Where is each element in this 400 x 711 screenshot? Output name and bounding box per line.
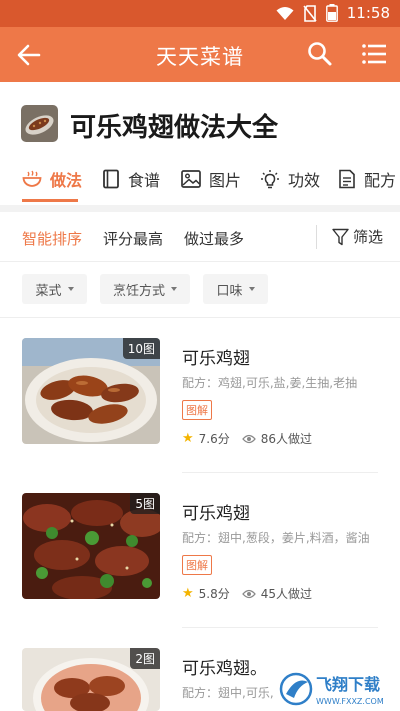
battery-icon bbox=[325, 4, 338, 22]
sort-top-rated[interactable]: 评分最高 bbox=[103, 228, 163, 249]
recipe-image: 2图 bbox=[22, 648, 160, 711]
chip-label: 口味 bbox=[216, 283, 243, 299]
bowl-icon bbox=[22, 170, 42, 187]
back-arrow-icon[interactable] bbox=[14, 40, 44, 70]
recipe-title: 可乐鸡翅 bbox=[182, 504, 250, 524]
image-icon bbox=[181, 170, 201, 188]
chip-label: 菜式 bbox=[35, 283, 62, 299]
sort-separator bbox=[316, 225, 317, 249]
chevron-down-icon bbox=[171, 287, 177, 291]
eye-icon bbox=[241, 589, 256, 598]
tab-label: 功效 bbox=[288, 171, 321, 190]
image-count-badge: 5图 bbox=[130, 493, 160, 514]
chevron-down-icon bbox=[67, 287, 74, 291]
tab-label: 食谱 bbox=[128, 171, 161, 190]
category-tabs: 做法 食谱 图片 功效 配方 bbox=[0, 157, 400, 203]
page-title: 可乐鸡翅做法大全 bbox=[70, 113, 279, 143]
list-menu-icon[interactable] bbox=[360, 40, 388, 68]
watermark-text: 飞翔下载 bbox=[316, 675, 380, 694]
recipe-thumbnail bbox=[21, 105, 58, 142]
tab-formula[interactable]: 配方 bbox=[338, 167, 396, 191]
sort-most-made[interactable]: 做过最多 bbox=[184, 228, 244, 249]
bulb-icon bbox=[261, 170, 279, 189]
recipe-rating: 7.6分 bbox=[198, 432, 230, 446]
app-bar: 天天菜谱 bbox=[0, 27, 400, 82]
recipe-ingredients: 配方：翅中,葱段，姜片,料酒，酱油 bbox=[182, 531, 370, 545]
star-icon: ★ bbox=[182, 431, 194, 446]
recipe-stats: ★ 7.6分 86人做过 bbox=[182, 430, 312, 447]
chip-taste[interactable]: 口味 bbox=[203, 274, 268, 304]
image-count-badge: 10图 bbox=[122, 338, 160, 359]
recipe-header: 可乐鸡翅做法大全 bbox=[0, 82, 400, 154]
funnel-icon bbox=[332, 228, 349, 245]
fxxz-watermark-logo: 飞翔下载 WWW.FXXZ.COM bbox=[276, 668, 400, 711]
active-tab-indicator bbox=[22, 199, 78, 202]
filter-label: 筛选 bbox=[353, 228, 384, 246]
recipe-title: 可乐鸡翅 bbox=[182, 349, 250, 369]
status-time: 11:58 bbox=[346, 4, 390, 22]
star-icon: ★ bbox=[182, 586, 194, 601]
book-icon bbox=[103, 169, 119, 189]
document-icon bbox=[339, 169, 355, 189]
recipe-image: 5图 bbox=[22, 493, 160, 599]
chip-cooking-method[interactable]: 烹饪方式 bbox=[100, 274, 190, 304]
eye-icon bbox=[241, 434, 256, 443]
tab-label: 图片 bbox=[209, 171, 242, 190]
image-count-badge: 2图 bbox=[130, 648, 160, 669]
filter-button[interactable]: 筛选 bbox=[332, 226, 383, 247]
chevron-down-icon bbox=[248, 287, 255, 291]
recipe-card[interactable]: 10图 可乐鸡翅 配方：鸡翅,可乐,盐,姜,生抽,老抽 图解 ★ 7.6分 86… bbox=[0, 318, 400, 473]
recipe-rating: 5.8分 bbox=[198, 587, 230, 601]
tab-label: 做法 bbox=[50, 171, 83, 190]
chip-cuisine[interactable]: 菜式 bbox=[22, 274, 87, 304]
recipe-ingredients: 配方：鸡翅,可乐,盐,姜,生抽,老抽 bbox=[182, 376, 358, 390]
wifi-icon bbox=[276, 6, 294, 20]
illustrated-tag: 图解 bbox=[182, 555, 212, 575]
tab-benefits[interactable]: 功效 bbox=[260, 167, 320, 191]
illustrated-tag: 图解 bbox=[182, 400, 212, 420]
recipe-views: 45人做过 bbox=[260, 587, 313, 601]
recipe-card[interactable]: 5图 可乐鸡翅 配方：翅中,葱段，姜片,料酒，酱油 图解 ★ 5.8分 45人做… bbox=[0, 473, 400, 628]
section-divider bbox=[0, 205, 400, 212]
recipe-image: 10图 bbox=[22, 338, 160, 444]
sort-bar: 智能排序 评分最高 做过最多 筛选 bbox=[0, 212, 400, 262]
status-bar: 11:58 bbox=[0, 0, 400, 27]
tab-method[interactable]: 做法 bbox=[22, 167, 82, 191]
recipe-stats: ★ 5.8分 45人做过 bbox=[182, 585, 312, 602]
filter-chips: 菜式 烹饪方式 口味 bbox=[0, 262, 400, 318]
chip-label: 烹饪方式 bbox=[112, 283, 165, 299]
app-title: 天天菜谱 bbox=[156, 45, 244, 69]
recipe-views: 86人做过 bbox=[260, 432, 313, 446]
tab-label: 配方 bbox=[364, 171, 397, 190]
recipe-title: 可乐鸡翅。 bbox=[182, 659, 267, 679]
no-sim-icon bbox=[303, 4, 317, 22]
tab-recipes[interactable]: 食谱 bbox=[102, 167, 160, 191]
search-icon[interactable] bbox=[306, 40, 334, 68]
sort-smart[interactable]: 智能排序 bbox=[22, 228, 82, 249]
tab-images[interactable]: 图片 bbox=[181, 167, 241, 191]
watermark-url: WWW.FXXZ.COM bbox=[316, 697, 384, 706]
